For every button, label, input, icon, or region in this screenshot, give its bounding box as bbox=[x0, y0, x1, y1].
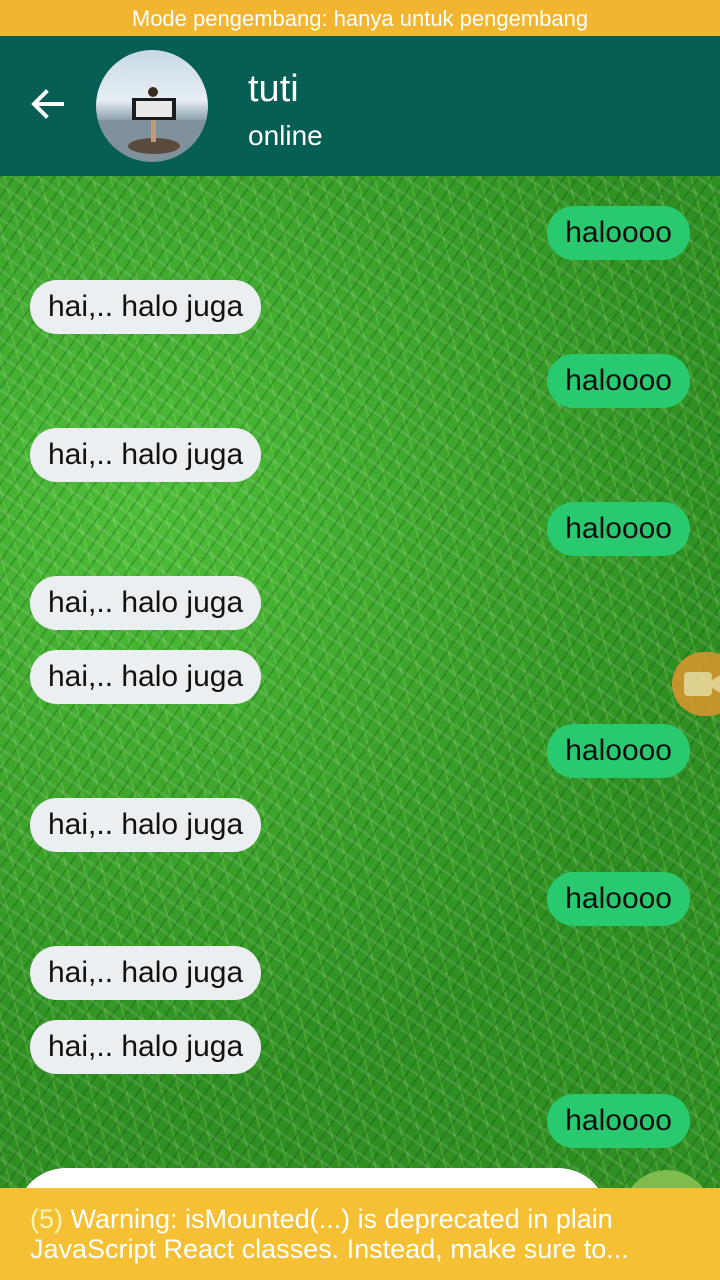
outgoing-message[interactable]: haloooo bbox=[547, 354, 690, 408]
incoming-message[interactable]: hai,.. halo juga bbox=[30, 946, 262, 1000]
outgoing-message[interactable]: haloooo bbox=[547, 1094, 690, 1148]
incoming-message[interactable]: hai,.. halo juga bbox=[30, 1020, 262, 1074]
warning-toast[interactable]: (5) Warning: isMounted(...) is deprecate… bbox=[0, 1188, 720, 1280]
incoming-message[interactable]: hai,.. halo juga bbox=[30, 576, 262, 630]
back-arrow-icon[interactable] bbox=[28, 84, 68, 124]
warning-text-2: JavaScript React classes. Instead, make … bbox=[30, 1234, 629, 1264]
incoming-message[interactable]: hai,.. halo juga bbox=[30, 650, 262, 704]
outgoing-message[interactable]: haloooo bbox=[547, 872, 690, 926]
video-call-button[interactable] bbox=[672, 652, 720, 716]
outgoing-message[interactable]: haloooo bbox=[547, 502, 690, 556]
incoming-message[interactable]: hai,.. halo juga bbox=[30, 280, 262, 334]
contact-status: online bbox=[248, 120, 323, 151]
warning-count: (5) bbox=[30, 1204, 63, 1234]
warning-line-1: (5) Warning: isMounted(...) is deprecate… bbox=[30, 1204, 690, 1234]
incoming-message[interactable]: hai,.. halo juga bbox=[30, 798, 262, 852]
incoming-message[interactable]: hai,.. halo juga bbox=[30, 428, 262, 482]
chat-header: tuti online bbox=[0, 36, 720, 176]
outgoing-message[interactable]: haloooo bbox=[547, 206, 690, 260]
outgoing-message[interactable]: haloooo bbox=[547, 724, 690, 778]
contact-avatar[interactable] bbox=[96, 50, 208, 162]
contact-name: tuti bbox=[248, 68, 299, 110]
developer-mode-banner: Mode pengembang: hanya untuk pengembang bbox=[0, 0, 720, 36]
warning-text-1: Warning: isMounted(...) is deprecated in… bbox=[63, 1204, 613, 1234]
chat-messages-area[interactable]: haloooo hai,.. halo juga haloooo hai,.. … bbox=[0, 176, 720, 1280]
video-camera-icon bbox=[672, 672, 720, 720]
